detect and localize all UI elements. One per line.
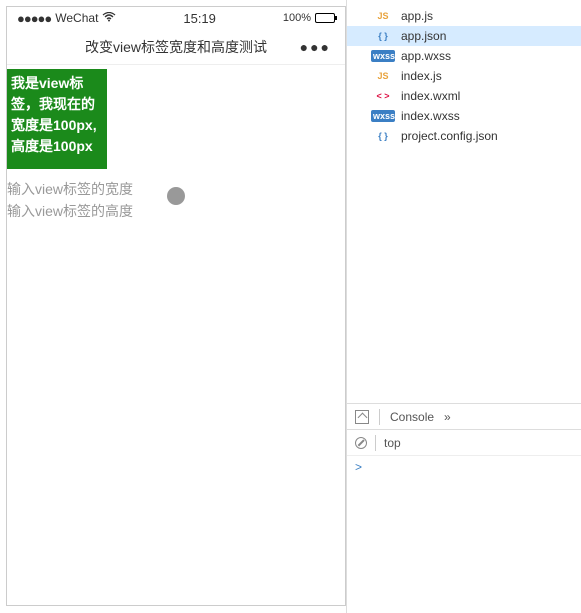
- status-right: 100%: [283, 12, 335, 24]
- more-tabs-icon[interactable]: »: [444, 410, 451, 424]
- page-title-bar: 改变view标签宽度和高度测试 ●●●: [7, 29, 345, 65]
- clear-console-icon[interactable]: [355, 437, 367, 449]
- file-item[interactable]: { } project.config.json: [347, 126, 581, 146]
- console-panel: Console » top >: [347, 403, 581, 613]
- file-type-icon: < >: [371, 91, 395, 101]
- status-time: 15:19: [116, 11, 282, 26]
- page-content: 我是view标签，我现在的宽度是100px,高度是100px 输入view标签的…: [7, 65, 345, 605]
- wifi-icon: [102, 11, 116, 25]
- file-name: app.wxss: [401, 49, 451, 63]
- file-name: project.config.json: [401, 129, 498, 143]
- status-bar: ●●●●● WeChat 15:19 100%: [7, 7, 345, 29]
- right-panel: JS app.js { } app.json wxss app.wxss JS index.j…: [346, 0, 581, 613]
- file-type-icon: wxss: [371, 50, 395, 62]
- inputs-group: 输入view标签的宽度 输入view标签的高度: [7, 179, 345, 221]
- height-input-placeholder: 输入view标签的高度: [7, 201, 133, 221]
- file-name: app.json: [401, 29, 446, 43]
- file-type-icon: wxss: [371, 110, 395, 122]
- status-left: ●●●●● WeChat: [17, 11, 116, 26]
- tab-console[interactable]: Console: [390, 410, 434, 424]
- element-picker-icon[interactable]: [355, 410, 369, 424]
- file-tree: JS app.js { } app.json wxss app.wxss JS index.j…: [347, 0, 581, 403]
- touch-cursor-icon: [167, 187, 185, 205]
- file-item[interactable]: JS app.js: [347, 6, 581, 26]
- file-type-icon: JS: [371, 71, 395, 81]
- width-input-placeholder: 输入view标签的宽度: [7, 179, 133, 199]
- demo-view-box: 我是view标签，我现在的宽度是100px,高度是100px: [7, 69, 107, 169]
- title-menu-button[interactable]: ●●●: [300, 39, 331, 55]
- file-item[interactable]: < > index.wxml: [347, 86, 581, 106]
- signal-dots-icon: ●●●●●: [17, 11, 51, 26]
- context-selector[interactable]: top: [384, 436, 401, 450]
- console-tab-bar: Console »: [347, 404, 581, 430]
- file-item[interactable]: wxss index.wxss: [347, 106, 581, 126]
- page-title: 改变view标签宽度和高度测试: [85, 37, 267, 57]
- file-name: index.wxml: [401, 89, 460, 103]
- file-item[interactable]: wxss app.wxss: [347, 46, 581, 66]
- file-name: index.wxss: [401, 109, 460, 123]
- battery-icon: [315, 13, 335, 23]
- file-name: index.js: [401, 69, 442, 83]
- battery-percent: 100%: [283, 12, 311, 24]
- phone-simulator: ●●●●● WeChat 15:19 100% 改变view标签宽度和高度测试 …: [6, 6, 346, 606]
- file-item[interactable]: JS index.js: [347, 66, 581, 86]
- console-prompt[interactable]: >: [347, 456, 581, 478]
- file-name: app.js: [401, 9, 433, 23]
- file-type-icon: { }: [371, 131, 395, 141]
- carrier-label: WeChat: [55, 11, 98, 25]
- file-type-icon: JS: [371, 11, 395, 21]
- file-item[interactable]: { } app.json: [347, 26, 581, 46]
- divider: [379, 409, 380, 425]
- divider: [375, 435, 376, 451]
- console-context-row: top: [347, 430, 581, 456]
- file-type-icon: { }: [371, 31, 395, 41]
